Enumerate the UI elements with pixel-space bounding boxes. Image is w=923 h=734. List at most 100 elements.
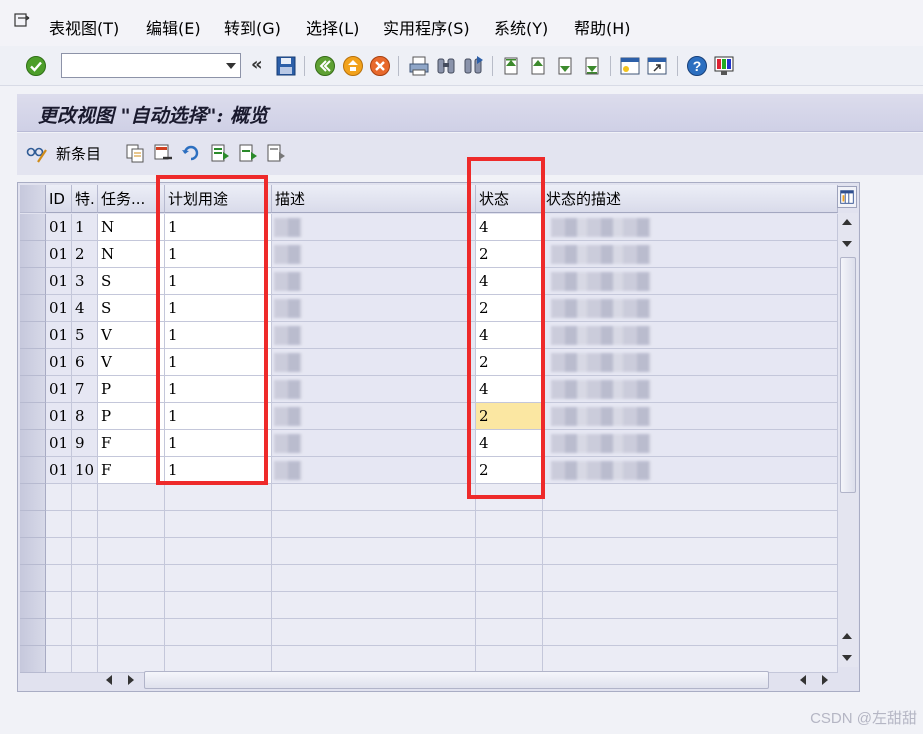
cell-plan-usage[interactable]: 1 [165,403,272,430]
cell-status[interactable]: 2 [476,349,543,376]
scroll-page-up-icon[interactable] [842,633,852,639]
column-header-special[interactable]: 特. [72,185,98,213]
cell-task[interactable]: P [98,403,165,430]
cell-plan-usage[interactable]: 1 [165,376,272,403]
menu-help[interactable]: 帮助(H) [574,15,631,39]
chevron-down-icon[interactable] [226,63,236,69]
cell-task[interactable]: F [98,457,165,484]
help-icon[interactable]: ? [686,55,708,77]
select-all-icon[interactable] [210,143,230,163]
row-selector[interactable] [20,214,46,241]
row-selector[interactable] [20,430,46,457]
row-selector[interactable] [20,511,46,538]
scroll-left-end-icon[interactable] [800,675,806,685]
cell-task[interactable]: S [98,268,165,295]
table-settings-icon[interactable] [837,186,857,208]
row-selector[interactable] [20,565,46,592]
new-entries-button[interactable]: 新条目 [26,143,101,164]
cell-status[interactable]: 2 [476,457,543,484]
row-selector[interactable] [20,322,46,349]
row-selector[interactable] [20,484,46,511]
cell-plan-usage[interactable]: 1 [165,214,272,241]
print-icon[interactable] [408,55,430,77]
row-selector[interactable] [20,268,46,295]
cell-plan-usage[interactable]: 1 [165,430,272,457]
scroll-page-down-icon[interactable] [842,655,852,661]
scroll-right-icon[interactable] [128,675,134,685]
row-selector[interactable] [20,457,46,484]
column-header-status-description[interactable]: 状态的描述 [543,185,838,213]
collapse-icon[interactable]: « [251,54,263,75]
cell-status[interactable]: 4 [476,214,543,241]
scroll-left-icon[interactable] [106,675,112,685]
cell-plan-usage[interactable]: 1 [165,457,272,484]
cell-plan-usage[interactable]: 1 [165,349,272,376]
cell-plan-usage[interactable]: 1 [165,268,272,295]
row-selector[interactable] [20,619,46,646]
cell-status[interactable]: 4 [476,268,543,295]
cell-status[interactable]: 2 [476,403,543,430]
vertical-scroll-thumb[interactable] [840,257,856,493]
menu-utilities[interactable]: 实用程序(S) [383,15,470,39]
menu-table-view[interactable]: 表视图(T) [49,15,119,39]
cell-plan-usage[interactable]: 1 [165,322,272,349]
delete-icon[interactable] [153,143,173,163]
select-all-rows-button[interactable] [20,185,46,213]
row-selector[interactable] [20,376,46,403]
command-field[interactable] [61,53,241,78]
next-page-icon[interactable] [554,55,576,77]
enter-icon[interactable] [25,55,47,77]
cell-status[interactable]: 4 [476,376,543,403]
customize-layout-icon[interactable] [713,55,735,77]
cell-status[interactable]: 4 [476,322,543,349]
cell-status[interactable]: 2 [476,241,543,268]
column-header-description[interactable]: 描述 [272,185,476,213]
deselect-all-icon[interactable] [266,143,286,163]
find-icon[interactable] [435,55,457,77]
column-header-id[interactable]: ID [46,185,72,213]
cell-plan-usage[interactable]: 1 [165,241,272,268]
scroll-right-end-icon[interactable] [822,675,828,685]
first-page-icon[interactable] [500,55,522,77]
vertical-scrollbar[interactable] [838,213,858,667]
cell-plan-usage[interactable]: 1 [165,295,272,322]
cell-task[interactable]: N [98,214,165,241]
horizontal-scroll-thumb[interactable] [144,671,769,689]
new-session-icon[interactable] [619,55,641,77]
row-selector[interactable] [20,646,46,673]
row-selector[interactable] [20,295,46,322]
menu-icon[interactable] [14,13,30,27]
menu-goto[interactable]: 转到(G) [224,15,281,39]
cell-task[interactable]: P [98,376,165,403]
row-selector[interactable] [20,592,46,619]
cell-task[interactable]: V [98,322,165,349]
find-next-icon[interactable] [462,55,484,77]
row-selector[interactable] [20,349,46,376]
cell-task[interactable]: S [98,295,165,322]
menu-system[interactable]: 系统(Y) [494,15,548,39]
row-selector[interactable] [20,538,46,565]
exit-icon[interactable] [342,55,364,77]
row-selector[interactable] [20,403,46,430]
cell-task[interactable]: F [98,430,165,457]
horizontal-scrollbar[interactable] [98,670,858,690]
menu-selection[interactable]: 选择(L) [306,15,359,39]
column-header-status[interactable]: 状态 [476,185,543,213]
copy-as-icon[interactable] [125,143,145,163]
cell-status[interactable]: 2 [476,295,543,322]
cell-task[interactable]: V [98,349,165,376]
scroll-down-icon[interactable] [842,241,852,247]
undo-change-icon[interactable] [181,143,201,163]
command-input[interactable] [62,54,218,77]
back-icon[interactable] [314,55,336,77]
last-page-icon[interactable] [581,55,603,77]
save-icon[interactable] [275,55,297,77]
column-header-plan-usage[interactable]: 计划用途 [165,185,272,213]
column-header-task[interactable]: 任务... [98,185,165,213]
cancel-icon[interactable] [369,55,391,77]
cell-status[interactable]: 4 [476,430,543,457]
shortcut-icon[interactable] [646,55,668,77]
scroll-up-icon[interactable] [842,219,852,225]
row-selector[interactable] [20,241,46,268]
menu-edit[interactable]: 编辑(E) [146,15,201,39]
